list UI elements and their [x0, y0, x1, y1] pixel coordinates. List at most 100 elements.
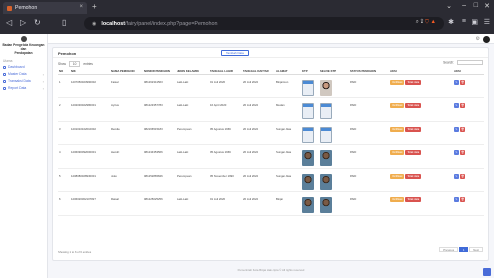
cell-edit-actions: ✎ 🗑	[453, 168, 484, 192]
selfie-image[interactable]	[320, 79, 332, 96]
cell-ktp	[301, 74, 319, 98]
cell-alamat: Sungai Jiwa	[275, 168, 301, 192]
cell-nomor: 081234353566	[143, 144, 176, 169]
ktp-image[interactable]	[302, 173, 314, 190]
cell-lahir: 01 Juli 2020	[209, 74, 242, 98]
wallet-icon[interactable]: ▣	[471, 18, 478, 26]
selfie-image[interactable]	[320, 197, 332, 213]
selfie-image[interactable]	[320, 103, 332, 119]
cell-selfie	[319, 74, 349, 98]
cell-verify-actions: Verifikasi Tolak data	[389, 168, 453, 192]
address-bar[interactable]: ◉ localhost /fairy/panel/index.php?page=…	[84, 17, 444, 30]
share-icon[interactable]: ⇪	[420, 19, 423, 25]
cell-selfie	[319, 168, 349, 192]
delete-icon[interactable]: 🗑	[460, 173, 465, 179]
edit-icon[interactable]: ✎	[454, 103, 459, 108]
new-tab-icon[interactable]: +	[92, 2, 97, 11]
edit-icon[interactable]: ✎	[454, 197, 459, 202]
url-path: /fairy/panel/index.php?page=Pemohon	[125, 20, 218, 27]
cell-daftar: 20 Juli 2022	[242, 74, 275, 98]
cell-edit-actions: ✎ 🗑	[453, 74, 484, 98]
verify-button[interactable]: Verifikasi	[390, 126, 405, 132]
menu-icon[interactable]: ☰	[484, 18, 490, 26]
cell-selfie	[319, 191, 349, 216]
search-icon[interactable]: ⌕	[416, 19, 419, 25]
cell-verify-actions: Verifikasi Tolak data	[389, 74, 453, 98]
delete-icon[interactable]: 🗑	[460, 79, 465, 85]
brand: Badan Pengelola Keuangan dan Pendapatan	[0, 34, 47, 55]
verify-button[interactable]: Verifikasi	[390, 103, 405, 108]
ktp-image[interactable]	[302, 197, 314, 213]
verify-button[interactable]: Verifikasi	[390, 197, 405, 202]
avatar[interactable]	[483, 35, 490, 43]
cell-ktp	[301, 168, 319, 192]
back-icon[interactable]: ◁	[6, 18, 12, 27]
reject-button[interactable]: Tolak data	[405, 150, 422, 155]
bookmark-icon[interactable]: ▯	[62, 18, 66, 27]
cell-status: PAID	[349, 121, 389, 145]
sidebar-item-label: Transaksi Data	[8, 79, 31, 84]
reject-button[interactable]: Tolak data	[405, 126, 422, 132]
verify-button[interactable]: Verifikasi	[390, 150, 405, 155]
floating-action-icon[interactable]	[483, 268, 491, 276]
edit-icon[interactable]: ✎	[454, 79, 459, 85]
reject-button[interactable]: Tolak data	[405, 79, 422, 85]
selfie-image[interactable]	[320, 126, 332, 143]
chevron-right-icon: ›	[42, 72, 44, 78]
cell-verify-actions: Verifikasi Tolak data	[389, 121, 453, 145]
delete-icon[interactable]: 🗑	[460, 126, 465, 132]
cell-selfie	[319, 121, 349, 145]
cell-lahir: 16 April 2020	[209, 97, 242, 122]
prev-button[interactable]: Previous	[439, 247, 459, 252]
tab-pemohon[interactable]: Pemohon ×	[3, 2, 87, 14]
reject-button[interactable]: Tolak data	[405, 103, 422, 108]
cell-nik: 1206090092000001	[70, 144, 110, 169]
reject-button[interactable]: Tolak data	[405, 197, 422, 202]
window-close-icon[interactable]: ✕	[484, 2, 490, 10]
delete-icon[interactable]: 🗑	[460, 150, 465, 155]
next-button[interactable]: Next	[469, 247, 483, 252]
gear-icon[interactable]: ⚙	[476, 36, 480, 42]
reload-icon[interactable]: ↻	[34, 18, 41, 27]
edit-icon[interactable]: ✎	[454, 173, 459, 179]
brave-shield-icon[interactable]: ⛉	[425, 19, 429, 25]
extensions-icon[interactable]: ✱	[448, 18, 454, 26]
sidebar-item-transaksi[interactable]: Transaksi Data ›	[0, 78, 47, 85]
ktp-image[interactable]	[302, 79, 314, 96]
entries-select[interactable]: 10	[68, 61, 81, 67]
delete-icon[interactable]: 🗑	[460, 197, 465, 202]
search-input[interactable]	[457, 60, 483, 65]
cell-verify-actions: Verifikasi Tolak data	[389, 144, 453, 169]
verify-button[interactable]: Verifikasi	[390, 79, 405, 85]
selfie-image[interactable]	[320, 150, 332, 166]
cell-no: 3	[58, 121, 70, 145]
ktp-image[interactable]	[302, 150, 314, 166]
minimize-icon[interactable]: –	[462, 2, 466, 9]
sidebar-item-label: Report Data	[8, 86, 27, 91]
verify-button[interactable]: Verifikasi	[390, 173, 405, 179]
ktp-image[interactable]	[302, 126, 314, 143]
selfie-image[interactable]	[320, 173, 332, 190]
forward-icon[interactable]: ▷	[20, 18, 26, 27]
sidebar-item-report[interactable]: Report Data ›	[0, 85, 47, 92]
cell-nik: 1201010102010002	[70, 121, 110, 145]
sidebar-toggle-icon[interactable]: ≡	[462, 18, 466, 25]
cell-nomor: 081262341563	[143, 74, 176, 98]
add-data-button[interactable]: Tambah Data	[221, 50, 249, 56]
ktp-image[interactable]	[302, 103, 314, 119]
rewards-icon[interactable]: ▲	[431, 19, 436, 25]
close-icon[interactable]: ×	[79, 4, 83, 10]
show-label: Show	[58, 62, 66, 66]
reject-button[interactable]: Tolak data	[405, 173, 422, 179]
maximize-icon[interactable]: □	[474, 2, 478, 9]
cell-nik: 1207050403990002	[70, 74, 110, 98]
edit-icon[interactable]: ✎	[454, 150, 459, 155]
brand-line2: Pendapatan	[14, 51, 33, 56]
edit-icon[interactable]: ✎	[454, 126, 459, 132]
sidebar-item-master[interactable]: Master Data ›	[0, 71, 47, 78]
cell-daftar: 20 Juli 2022	[242, 97, 275, 122]
delete-icon[interactable]: 🗑	[460, 103, 465, 108]
chevron-down-icon[interactable]: ⌄	[446, 2, 452, 10]
page-1-button[interactable]: 1	[458, 247, 469, 252]
sidebar-item-dashboard[interactable]: Dashboard	[0, 64, 47, 71]
